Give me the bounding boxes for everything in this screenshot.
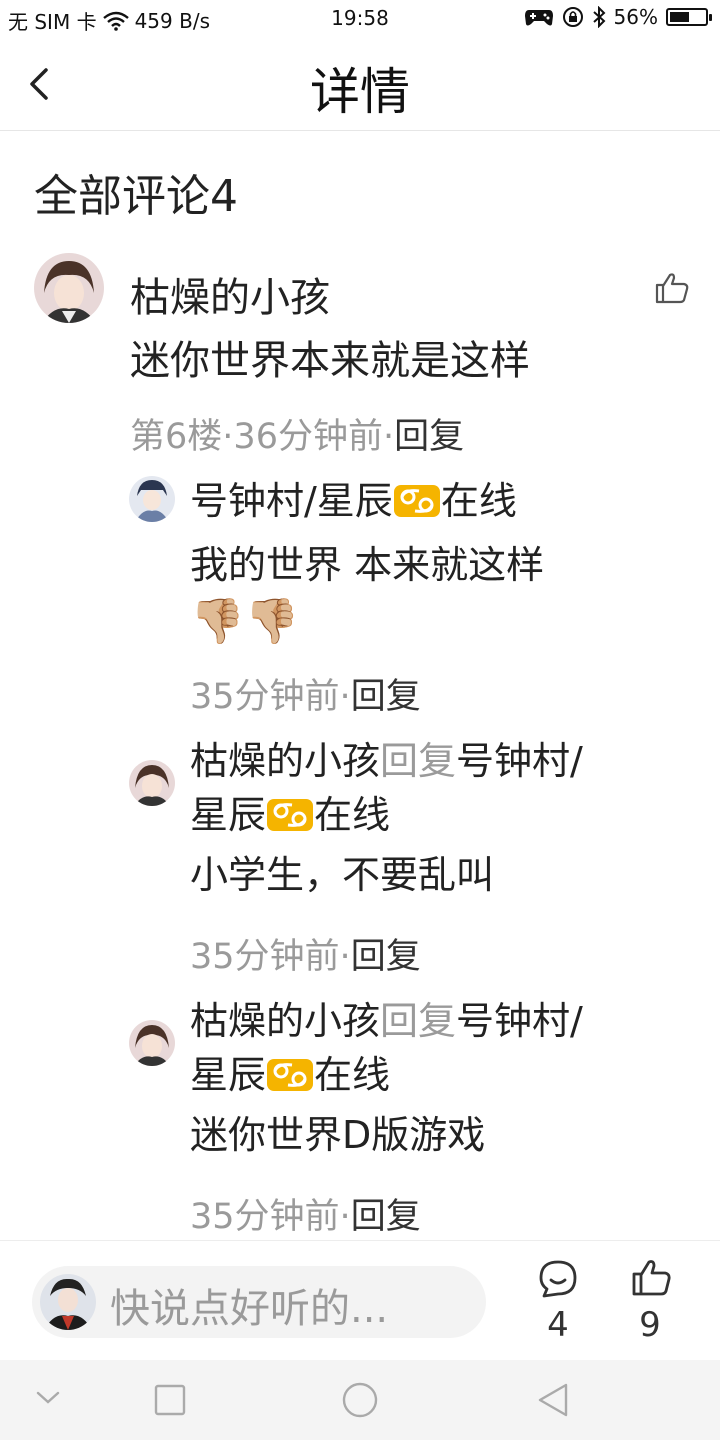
- battery-level: [670, 12, 690, 22]
- reply-author-line: 号钟村/星辰 在线: [190, 474, 690, 528]
- reply-button[interactable]: 回复: [351, 1197, 421, 1237]
- reply-time: 35分钟前: [190, 677, 340, 717]
- bluetooth-icon: [592, 6, 605, 28]
- reply-target[interactable]: 号钟村/: [456, 739, 583, 783]
- cancer-zodiac-icon: [267, 1059, 314, 1091]
- rotation-lock-icon: [562, 7, 583, 27]
- reply-author[interactable]: 枯燥的小孩: [190, 999, 380, 1043]
- comment-count: 4: [547, 1305, 569, 1345]
- page-title: 详情: [310, 63, 410, 121]
- reply-target-cont[interactable]: 星辰: [190, 1053, 266, 1097]
- comment-bar: 快说点好听的... 4 9: [0, 1240, 720, 1359]
- reply-meta: 35分钟前·回复: [190, 677, 421, 717]
- reply-item: 枯燥的小孩回复号钟村/ 星辰 在线 迷你世界D版游戏: [190, 994, 690, 1162]
- cancer-zodiac-icon: [267, 799, 314, 831]
- reply-avatar[interactable]: [129, 476, 175, 522]
- floor-number: 第6楼: [130, 417, 223, 457]
- reply-avatar[interactable]: [129, 760, 175, 806]
- recent-apps-icon[interactable]: [154, 1384, 186, 1416]
- comment-meta: 第6楼·36分钟前·回复: [130, 417, 465, 457]
- reply-target-line: 星辰 在线: [190, 1048, 690, 1102]
- reply-author-line: 枯燥的小孩回复号钟村/: [190, 734, 690, 788]
- status-bar: 无 SIM 卡 459 B/s 19:58 56%: [0, 0, 720, 38]
- reply-button[interactable]: 回复: [351, 937, 421, 977]
- battery-icon: [666, 8, 712, 26]
- like-icon[interactable]: [631, 1259, 671, 1297]
- reply-item: 枯燥的小孩回复号钟村/ 星辰 在线 小学生，不要乱叫: [190, 734, 690, 902]
- reply-target-cont[interactable]: 星辰: [190, 793, 266, 837]
- reply-target[interactable]: 号钟村/: [456, 999, 583, 1043]
- reply-button[interactable]: 回复: [351, 677, 421, 717]
- reply-target-line: 星辰 在线: [190, 788, 690, 842]
- system-nav-bar: [0, 1360, 720, 1440]
- nav-header: 详情: [0, 38, 720, 131]
- reply-author-suffix: 在线: [440, 479, 517, 523]
- reply-author-line: 枯燥的小孩回复号钟村/: [190, 994, 690, 1048]
- reply-time: 35分钟前: [190, 937, 340, 977]
- like-thumb-icon[interactable]: [655, 272, 689, 304]
- reply-avatar[interactable]: [129, 1020, 175, 1066]
- cancer-zodiac-icon: [393, 485, 440, 517]
- reply-item: 号钟村/星辰 在线 我的世界 本来就这样 👎🏼👎🏼: [190, 474, 690, 652]
- like-count: 9: [639, 1305, 661, 1345]
- comment-time: 36分钟前: [233, 417, 383, 457]
- comment-input-placeholder: 快说点好听的...: [110, 1286, 389, 1332]
- reply-author[interactable]: 枯燥的小孩: [190, 739, 380, 783]
- reply-target-suffix: 在线: [314, 793, 391, 837]
- comment-author[interactable]: 枯燥的小孩: [130, 265, 330, 323]
- comment-bubble-icon[interactable]: [538, 1259, 578, 1299]
- reply-text: 迷你世界D版游戏: [190, 1113, 486, 1157]
- comments-count-title: 全部评论4: [34, 171, 238, 222]
- avatar[interactable]: [34, 253, 104, 323]
- thumbs-down-emoji: 👎🏼👎🏼: [190, 596, 300, 647]
- my-avatar: [40, 1274, 96, 1330]
- reply-to-label: 回复: [380, 739, 457, 783]
- gamepad-icon: [524, 10, 553, 26]
- reply-meta: 35分钟前·回复: [190, 1197, 421, 1237]
- reply-author[interactable]: 号钟村/星辰: [190, 479, 393, 523]
- reply-text: 我的世界 本来就这样: [190, 543, 545, 587]
- home-icon[interactable]: [341, 1381, 379, 1419]
- battery-percent: 56%: [613, 5, 658, 29]
- comment-text: 迷你世界本来就是这样: [130, 338, 530, 384]
- reply-to-label: 回复: [380, 999, 457, 1043]
- chevron-down-icon[interactable]: [34, 1388, 62, 1408]
- reply-button[interactable]: 回复: [394, 417, 464, 457]
- back-triangle-icon[interactable]: [536, 1382, 570, 1418]
- reply-target-suffix: 在线: [314, 1053, 391, 1097]
- reply-text: 小学生，不要乱叫: [190, 853, 495, 897]
- reply-meta: 35分钟前·回复: [190, 937, 421, 977]
- reply-time: 35分钟前: [190, 1197, 340, 1237]
- comment-input[interactable]: 快说点好听的...: [32, 1266, 486, 1338]
